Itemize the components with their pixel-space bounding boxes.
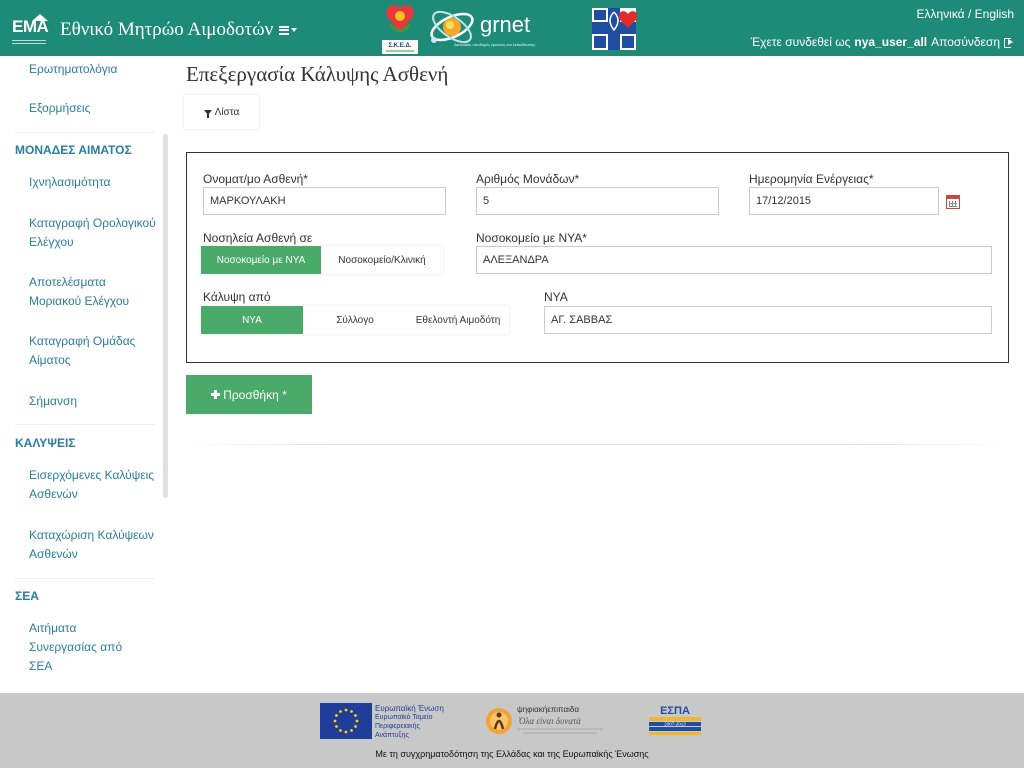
- sidebar-item-blood-group-record[interactable]: Καταγραφή Ομάδας Αίματος: [29, 332, 159, 370]
- hospitalization-option-nya[interactable]: Νοσοκομείο με ΝΥΑ: [201, 246, 321, 274]
- patient-name-input[interactable]: ΜΑΡΚΟΥΛΑΚΗ: [203, 187, 446, 215]
- lang-english-link[interactable]: English: [975, 7, 1014, 21]
- patient-name-label: Ονοματ/μο Ασθενή*: [203, 172, 308, 186]
- hospital-input[interactable]: ΑΛΕΞΑΝΔΡΑ: [476, 246, 992, 274]
- nya-input[interactable]: ΑΓ. ΣΑΒΒΑΣ: [544, 306, 992, 334]
- footer: Ευρωπαϊκή Ένωση Ευρωπαϊκό Ταμείο Περιφερ…: [0, 693, 1024, 768]
- units-label: Αριθμός Μονάδων*: [476, 172, 580, 186]
- sidebar-item-labeling[interactable]: Σήμανση: [29, 392, 159, 411]
- sidebar-item-sea-requests[interactable]: Αιτήματα Συνεργασίας από ΣΕΑ: [29, 619, 129, 676]
- skea-logo: Σ.Κ.Ε.Δ.: [382, 5, 418, 54]
- page-title: Επεξεργασία Κάλυψης Ασθενή: [186, 62, 449, 86]
- hospital-label: Νοσοκομείο με ΝΥΑ*: [476, 231, 587, 245]
- sidebar-item-register-coverage[interactable]: Καταχώριση Καλύψεων Ασθενών: [29, 526, 159, 564]
- digital-convergence-logo: ψηφιακήεπιπαιδα Όλα είναι δυνατά: [486, 705, 603, 734]
- coverage-option-association[interactable]: Σύλλογο: [303, 306, 407, 334]
- sidebar-item-molecular-results[interactable]: Αποτελέσματα Μοριακού Ελέγχου: [29, 273, 159, 311]
- hospitalization-option-clinic[interactable]: Νοσοκομείο/Κλινική: [321, 246, 443, 274]
- coverage-by-toggle: ΝΥΑ Σύλλογο Εθελοντή Αιμοδότη: [201, 306, 509, 334]
- plus-icon: [211, 390, 221, 399]
- svg-text:Όλα είναι δυνατά: Όλα είναι δυνατά: [519, 716, 581, 726]
- cofunding-text: Με τη συγχρηματοδότηση της Ελλάδας και τ…: [375, 749, 649, 759]
- sidebar-section-blood-units[interactable]: ΜΟΝΑΔΕΣ ΑΙΜΑΤΟΣ: [15, 143, 132, 157]
- filter-icon: [203, 109, 212, 118]
- grnet-logo: grnet Δικτυακές υποδομές έρευνας και εκπ…: [424, 2, 584, 52]
- sidebar-section-coverage[interactable]: ΚΑΛΥΨΕΙΣ: [15, 436, 76, 450]
- calendar-icon[interactable]: [946, 195, 960, 209]
- hospitalization-toggle: Νοσοκομείο με ΝΥΑ Νοσοκομείο/Κλινική: [201, 246, 443, 274]
- sidebar-item-traceability[interactable]: Ιχνηλασιμότητα: [29, 173, 159, 192]
- eu-flag-icon: [320, 703, 372, 739]
- sidebar-scrollbar[interactable]: [163, 134, 168, 498]
- action-date-input[interactable]: 17/12/2015: [749, 187, 939, 215]
- app-title[interactable]: Εθνικό Μητρώο Αιμοδοτών: [60, 19, 273, 41]
- hamburger-icon: [279, 25, 290, 35]
- grnet-tagline: Δικτυακές υποδομές έρευνας και εκπαίδευσ…: [454, 42, 536, 47]
- caret-down-icon: [291, 28, 298, 32]
- ema-logo: EMA: [12, 14, 49, 46]
- eu-fund-text: Ευρωπαϊκή Ένωση Ευρωπαϊκό Ταμείο Περιφερ…: [375, 704, 444, 739]
- coverage-by-label: Κάλυψη από: [203, 290, 271, 304]
- sidebar-item-serology-record[interactable]: Καταγραφή Ορολογικού Ελέγχου: [29, 214, 159, 252]
- espa-logo: ΕΣΠΑ 2007-2013: [649, 705, 701, 735]
- svg-text:2007-2013: 2007-2013: [664, 722, 686, 727]
- logged-in-prefix: Έχετε συνδεθεί ως: [750, 35, 851, 49]
- language-switcher: Ελληνικά / English: [916, 7, 1014, 21]
- menu-toggle-button[interactable]: [279, 25, 298, 35]
- nya-label: ΝΥΑ: [544, 290, 568, 304]
- logout-link[interactable]: Αποσύνδεση: [931, 35, 1000, 49]
- action-date-label: Ημερομηνία Ενέργειας*: [749, 172, 874, 186]
- user-status: Έχετε συνδεθεί ως nya_user_all Αποσύνδεσ…: [751, 35, 1014, 49]
- coverage-option-nya[interactable]: ΝΥΑ: [201, 306, 303, 334]
- lang-separator: /: [967, 7, 972, 21]
- sidebar-section-sea[interactable]: ΣΕΑ: [15, 589, 39, 603]
- list-button-label: Λίστα: [214, 106, 240, 118]
- sidebar: Ερωτηματολόγια Εξορμήσεις ΜΟΝΑΔΕΣ ΑΙΜΑΤΟ…: [0, 56, 172, 693]
- coverage-form: Ονοματ/μο Ασθενή* ΜΑΡΚΟΥΛΑΚΗ Αριθμός Μον…: [186, 152, 1009, 363]
- add-button-label: Προσθήκη *: [223, 387, 287, 402]
- svg-text:ψηφιακήεπιπαιδα: ψηφιακήεπιπαιδα: [517, 705, 579, 714]
- grnet-word: grnet: [480, 12, 531, 37]
- lang-greek-link[interactable]: Ελληνικά: [916, 7, 964, 21]
- divider: [186, 444, 1009, 445]
- hospitalization-label: Νοσηλεία Ασθενή σε: [203, 231, 313, 245]
- skea-logo-text: Σ.Κ.Ε.Δ.: [389, 43, 412, 49]
- list-button[interactable]: Λίστα: [184, 95, 259, 129]
- units-input[interactable]: 5: [476, 187, 719, 215]
- brand[interactable]: EMA Εθνικό Μητρώο Αιμοδοτών: [12, 14, 298, 46]
- sidebar-item-campaigns[interactable]: Εξορμήσεις: [29, 99, 159, 118]
- sidebar-item-questionnaires[interactable]: Ερωτηματολόγια: [29, 60, 159, 79]
- top-navbar: EMA Εθνικό Μητρώο Αιμοδοτών Σ.Κ.Ε.Δ. grn…: [0, 0, 1024, 56]
- sidebar-item-incoming-coverage[interactable]: Εισερχόμενες Καλύψεις Ασθενών: [29, 466, 159, 504]
- username: nya_user_all: [854, 35, 928, 49]
- add-button[interactable]: Προσθήκη *: [186, 375, 312, 414]
- ema-logo-text: EMA: [12, 17, 49, 36]
- coverage-option-volunteer[interactable]: Εθελοντή Αιμοδότη: [407, 306, 509, 334]
- medical-cross-logo: [592, 8, 638, 50]
- logout-icon[interactable]: [1004, 37, 1014, 48]
- svg-text:ΕΣΠΑ: ΕΣΠΑ: [660, 705, 690, 717]
